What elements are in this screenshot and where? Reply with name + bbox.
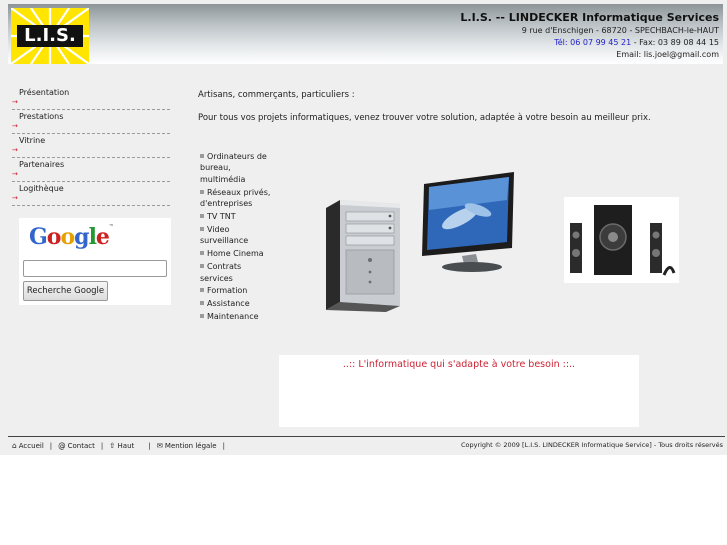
bullet-square-icon bbox=[200, 264, 204, 269]
monitor-image bbox=[422, 172, 514, 272]
sidebar-item-logitheque[interactable]: Logithèque → bbox=[12, 182, 170, 206]
footer-link-accueil[interactable]: ⌂ Accueil bbox=[12, 441, 44, 450]
logo[interactable]: L.I.S. bbox=[11, 8, 89, 64]
company-contact-line: Tél: 06 07 99 45 21 - Fax: 03 89 08 44 1… bbox=[460, 37, 719, 49]
footer-link-label[interactable]: Contact bbox=[68, 442, 95, 450]
bullet-square-icon bbox=[200, 301, 204, 306]
intro-line-1: Artisans, commerçants, particuliers : bbox=[198, 90, 355, 100]
sidebar-item-vitrine[interactable]: Vitrine → bbox=[12, 134, 170, 158]
service-label: Contrats services bbox=[200, 262, 242, 283]
at-icon: @ bbox=[58, 441, 66, 450]
speakers-image bbox=[564, 197, 679, 283]
separator: | bbox=[222, 442, 225, 450]
slogan-banner: ..:: L'informatique qui s'adapte à votre… bbox=[279, 355, 639, 427]
company-address: 9 rue d'Enschigen - 68720 - SPECHBACH-le… bbox=[521, 26, 719, 35]
service-label: Formation bbox=[207, 286, 248, 296]
list-item: TV TNT bbox=[200, 211, 276, 222]
tel-label: Tél: bbox=[554, 38, 568, 47]
service-label: Maintenance bbox=[207, 312, 259, 322]
up-icon: ⇧ bbox=[109, 441, 116, 450]
bullet-square-icon bbox=[200, 288, 204, 293]
separator: | bbox=[49, 442, 53, 450]
bullet-square-icon bbox=[200, 154, 204, 158]
list-item: Video surveillance bbox=[200, 224, 276, 247]
sidebar-item-presentation[interactable]: Présentation → bbox=[12, 86, 170, 110]
footer-link-haut[interactable]: ⇧ Haut bbox=[109, 441, 135, 450]
footer: ⌂ Accueil | @ Contact | ⇧ Haut | ✉ Mention légale |… bbox=[8, 436, 725, 455]
tel-value[interactable]: 06 07 99 45 21 bbox=[570, 38, 631, 47]
service-label: TV TNT bbox=[207, 212, 236, 222]
sidebar-item-prestations[interactable]: Prestations → bbox=[12, 110, 170, 134]
sidebar-item-label[interactable]: Partenaires bbox=[19, 160, 64, 169]
logo-text: L.I.S. bbox=[17, 25, 83, 47]
sidebar-item-label[interactable]: Logithèque bbox=[19, 184, 64, 193]
pc-tower-image bbox=[326, 200, 400, 312]
footer-links: ⌂ Accueil | @ Contact | ⇧ Haut | ✉ Mention légale | bbox=[12, 441, 231, 450]
arrow-icon: → bbox=[12, 122, 18, 130]
list-item: Maintenance bbox=[200, 311, 276, 322]
company-email[interactable]: Email: lis.joel@gmail.com bbox=[460, 49, 719, 61]
list-item: Formation bbox=[200, 285, 276, 296]
home-icon: ⌂ bbox=[12, 441, 17, 450]
bullet-square-icon bbox=[200, 189, 204, 194]
list-item: Ordinateurs de bureau, multimédia bbox=[200, 151, 276, 185]
page: L.I.S. L.I.S. -- LINDECKER Informatique … bbox=[0, 0, 727, 455]
footer-link-label[interactable]: Mention légale bbox=[165, 442, 217, 450]
separator: | bbox=[148, 442, 151, 450]
list-item: Assistance bbox=[200, 298, 276, 309]
bullet-square-icon bbox=[200, 226, 204, 231]
speakers-drawing bbox=[570, 205, 676, 276]
sidebar-item-label[interactable]: Prestations bbox=[19, 112, 63, 121]
footer-link-mention-legale[interactable]: ✉ Mention légale bbox=[156, 441, 217, 450]
sidebar-item-partenaires[interactable]: Partenaires → bbox=[12, 158, 170, 182]
sidebar-item-label[interactable]: Présentation bbox=[19, 88, 69, 97]
google-search-input[interactable] bbox=[23, 260, 167, 277]
slogan-text: ..:: L'informatique qui s'adapte à votre… bbox=[342, 359, 576, 370]
footer-link-contact[interactable]: @ Contact bbox=[58, 441, 95, 450]
intro-line-2: Pour tous vos projets informatiques, ven… bbox=[198, 113, 651, 123]
google-tm: ™ bbox=[108, 224, 114, 230]
separator: | bbox=[100, 442, 104, 450]
bullet-square-icon bbox=[200, 214, 204, 219]
footer-link-label[interactable]: Accueil bbox=[19, 442, 44, 450]
list-item: Contrats services bbox=[200, 261, 276, 284]
arrow-icon: → bbox=[12, 170, 18, 178]
company-name: L.I.S. -- LINDECKER Informatique Service… bbox=[460, 11, 719, 24]
legal-icon: ✉ bbox=[156, 441, 163, 450]
google-search-box: Google™ Recherche Google bbox=[19, 218, 171, 305]
arrow-icon: → bbox=[12, 194, 18, 202]
arrow-icon: → bbox=[12, 98, 18, 106]
fax-value: - Fax: 03 89 08 44 15 bbox=[633, 38, 719, 47]
service-label: Home Cinema bbox=[207, 249, 264, 259]
list-item: Home Cinema bbox=[200, 248, 276, 259]
arrow-icon: → bbox=[12, 146, 18, 154]
service-label: Assistance bbox=[207, 299, 250, 309]
service-label: Video surveillance bbox=[200, 224, 249, 246]
service-label: Ordinateurs de bureau, multimédia bbox=[200, 152, 267, 184]
google-logo[interactable]: Google™ bbox=[29, 224, 114, 250]
copyright-text: Copyright © 2009 [L.I.S. LINDECKER Infor… bbox=[460, 441, 723, 449]
header: L.I.S. L.I.S. -- LINDECKER Informatique … bbox=[8, 4, 723, 64]
sidebar-nav: Présentation → Prestations → Vitrine → P… bbox=[12, 86, 170, 206]
services-list: Ordinateurs de bureau, multimédia Réseau… bbox=[200, 151, 276, 324]
bullet-square-icon bbox=[200, 251, 204, 256]
sidebar-item-label[interactable]: Vitrine bbox=[19, 136, 45, 145]
footer-link-label[interactable]: Haut bbox=[118, 442, 135, 450]
bullet-square-icon bbox=[200, 314, 204, 319]
google-search-button[interactable]: Recherche Google bbox=[23, 281, 108, 301]
list-item: Réseaux privés, d'entreprises bbox=[200, 187, 276, 210]
company-info: L.I.S. -- LINDECKER Informatique Service… bbox=[460, 11, 719, 61]
service-label: Réseaux privés, d'entreprises bbox=[200, 187, 271, 209]
